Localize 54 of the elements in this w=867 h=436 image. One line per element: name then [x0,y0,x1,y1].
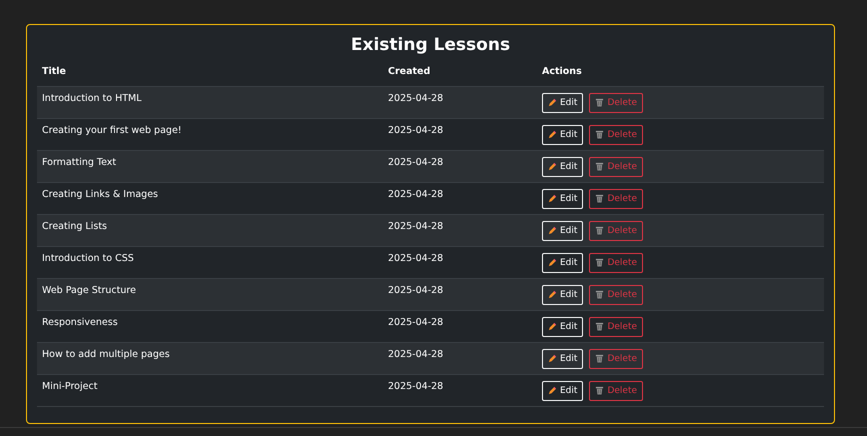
pencil-icon [548,322,557,332]
edit-button[interactable]: Edit [542,316,584,337]
table-cell: Web Page Structure [42,284,136,296]
trash-icon [595,162,604,172]
trash-icon [595,290,604,300]
trash-icon [595,98,604,108]
pencil-icon [548,226,557,236]
pencil-icon [548,194,557,204]
table-cell: Creating Lists [42,220,107,232]
trash-icon [595,258,604,268]
pencil-icon [548,386,557,396]
table-cell: 2025-04-28 [388,124,444,136]
pencil-icon [548,130,557,140]
table-cell: 2025-04-28 [388,316,444,328]
table-cell: 2025-04-28 [388,220,444,232]
trash-icon [595,226,604,236]
table-cell: 2025-04-28 [388,252,444,264]
pencil-icon [548,258,557,268]
edit-button[interactable]: Edit [542,188,584,209]
table-cell: Introduction to HTML [42,92,142,104]
pencil-icon [548,98,557,108]
table-cell: Mini-Project [42,380,98,392]
trash-icon [595,386,604,396]
table-cell: 2025-04-28 [388,284,444,296]
trash-icon [595,130,604,140]
table-cell: 2025-04-28 [388,188,444,200]
edit-button[interactable]: Edit [542,252,584,273]
pencil-icon [548,290,557,300]
column-header: Created [383,65,537,86]
pencil-icon [548,354,557,364]
edit-button[interactable]: Edit [542,284,584,305]
trash-icon [595,194,604,204]
edit-button[interactable]: Edit [542,220,584,241]
pencil-icon [548,162,557,172]
edit-button[interactable]: Edit [542,380,584,401]
table-cell: 2025-04-28 [388,380,444,392]
table-cell: Responsiveness [42,316,118,328]
table-cell: Formatting Text [42,156,116,168]
column-header: Title [37,65,383,86]
card-heading: Existing Lessons [350,35,512,56]
table-cell: Introduction to CSS [42,252,134,264]
edit-button[interactable]: Edit [542,156,584,177]
trash-icon [595,322,604,332]
table-cell: 2025-04-28 [388,348,444,360]
table-cell: 2025-04-28 [388,92,444,104]
table-cell: Creating Links & Images [42,188,158,200]
edit-button[interactable]: Edit [542,348,584,369]
edit-button[interactable]: Edit [542,124,584,145]
table-cell: 2025-04-28 [388,156,444,168]
edit-button[interactable]: Edit [542,92,584,113]
table-cell: How to add multiple pages [42,348,170,360]
table-cell: Creating your first web page! [42,124,182,136]
column-header: Actions [537,65,824,86]
trash-icon [595,354,604,364]
